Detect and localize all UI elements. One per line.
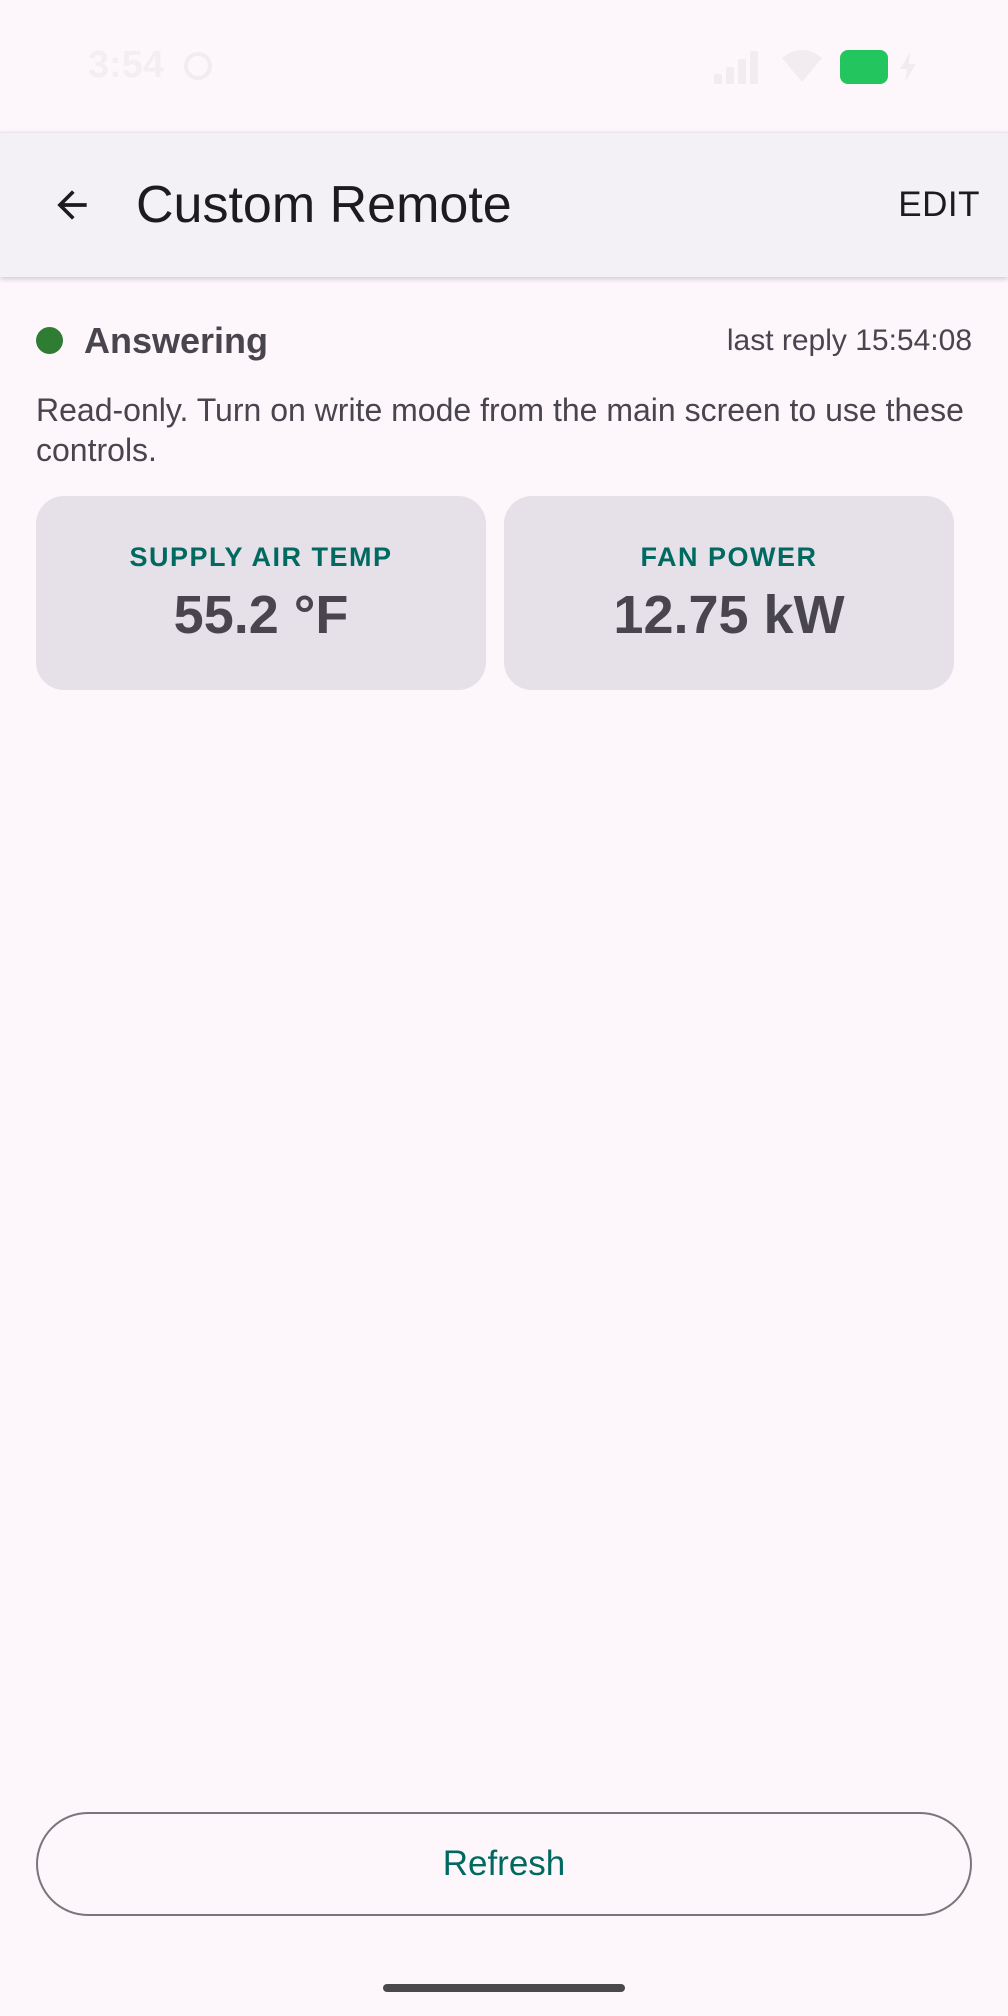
app-bar: Custom Remote EDIT: [0, 132, 1008, 277]
tile-label: FAN POWER: [640, 542, 818, 572]
home-indicator[interactable]: [383, 1984, 625, 1992]
last-reply-timestamp: last reply 15:54:08: [726, 324, 972, 357]
notification-dot-icon: [184, 52, 212, 80]
connection-status-row: Answering last reply 15:54:08: [36, 318, 972, 366]
edit-button[interactable]: EDIT: [898, 177, 980, 233]
battery-icon: [840, 50, 888, 84]
tile-label: SUPPLY AIR TEMP: [129, 542, 393, 572]
signal-icon: [714, 51, 758, 84]
status-time: 3:54: [88, 44, 165, 86]
tile-value: 55.2 °F: [173, 585, 349, 645]
status-indicator-icon: [36, 327, 63, 354]
tile-value: 12.75 kW: [613, 585, 845, 645]
supply-air-temp-tile: SUPPLY AIR TEMP 55.2 °F: [36, 496, 486, 690]
wifi-icon: [782, 50, 822, 82]
fan-power-tile: FAN POWER 12.75 kW: [504, 496, 954, 690]
charging-icon: [900, 52, 916, 82]
arrow-back-icon: [57, 190, 87, 220]
status-bar: 3:54: [0, 0, 1008, 132]
connection-status-label: Answering: [84, 320, 269, 361]
back-button[interactable]: [24, 157, 120, 253]
refresh-button[interactable]: Refresh: [36, 1812, 972, 1916]
page-title: Custom Remote: [136, 176, 512, 234]
read-only-notice: Read-only. Turn on write mode from the m…: [36, 392, 964, 468]
